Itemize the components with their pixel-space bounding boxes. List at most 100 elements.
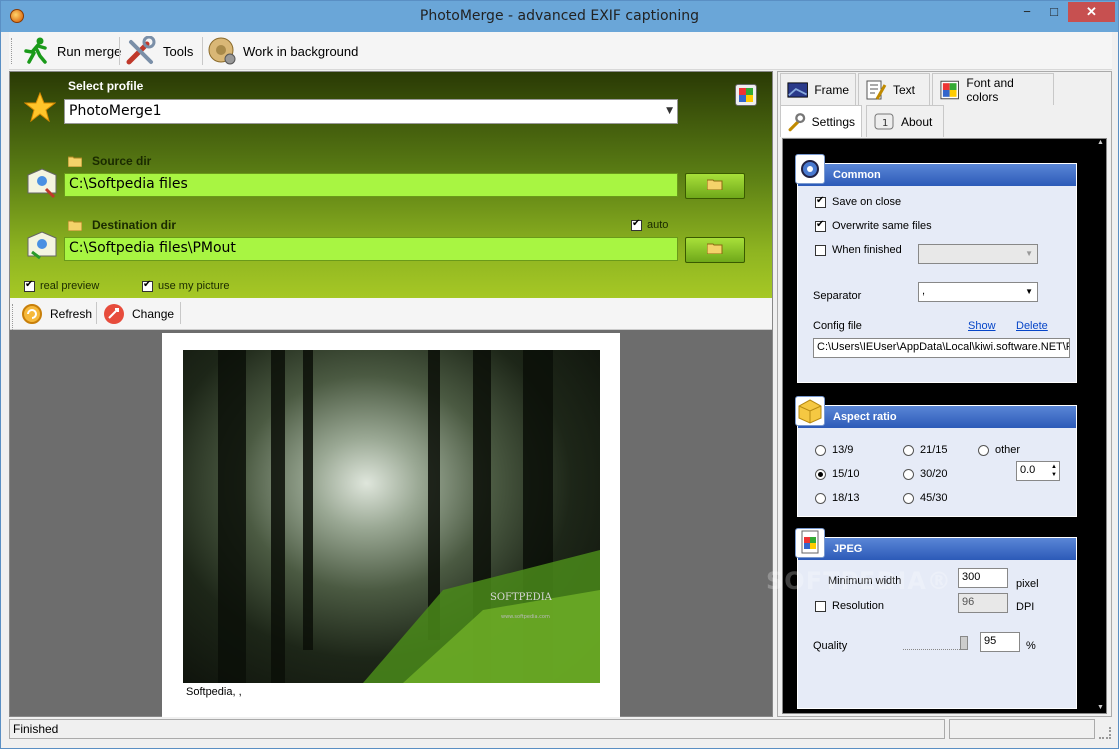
profile-value: PhotoMerge1 bbox=[69, 103, 162, 119]
ratio-30-20-dot[interactable] bbox=[903, 468, 914, 480]
source-dir-input[interactable]: C:\Softpedia files bbox=[64, 173, 678, 197]
separator-select[interactable]: , ▼ bbox=[918, 282, 1038, 302]
ratio-21-15-label: 21/15 bbox=[920, 444, 948, 456]
chevron-down-icon[interactable]: ▼ bbox=[1025, 287, 1033, 296]
ratio-45-30-label: 45/30 bbox=[920, 492, 948, 504]
tab-settings[interactable]: Settings bbox=[780, 105, 862, 137]
when-finished-check[interactable] bbox=[815, 244, 826, 256]
other-ratio-input[interactable]: 0.0 ▲ ▼ bbox=[1016, 461, 1060, 481]
refresh-button[interactable]: Refresh bbox=[20, 300, 92, 328]
minimize-button[interactable]: − bbox=[1014, 2, 1040, 22]
forest-image: SOFTPEDIA www.softpedia.com bbox=[218, 350, 600, 683]
aspect-ratio-section: Aspect ratio 13/9 21/15 other 15/10 30/2… bbox=[795, 396, 1077, 517]
resize-grip-icon[interactable] bbox=[1099, 727, 1111, 739]
save-on-close-check[interactable] bbox=[815, 195, 826, 208]
resolution-input[interactable]: 96 bbox=[958, 593, 1008, 613]
refresh-icon bbox=[22, 304, 42, 324]
scroll-up-icon[interactable]: ▲ bbox=[1097, 139, 1104, 146]
show-config-link[interactable]: Show bbox=[968, 320, 996, 332]
destination-browse-button[interactable] bbox=[685, 237, 745, 263]
other-ratio-value: 0.0 bbox=[1020, 464, 1036, 476]
minimum-width-input[interactable]: 300 bbox=[958, 568, 1008, 588]
auto-check[interactable] bbox=[631, 218, 642, 231]
quality-slider[interactable] bbox=[903, 642, 968, 650]
ratio-other-radio[interactable]: other bbox=[978, 444, 1020, 456]
ratio-21-15-radio[interactable]: 21/15 bbox=[903, 444, 948, 456]
maximize-button[interactable]: □ bbox=[1041, 2, 1067, 22]
ratio-18-13-radio[interactable]: 18/13 bbox=[815, 492, 860, 504]
jpeg-section: JPEG Minimum width 300 pixel Resolution … bbox=[795, 528, 1077, 709]
preview-photo: SOFTPEDIA www.softpedia.com bbox=[183, 350, 600, 683]
tab-frame[interactable]: Frame bbox=[780, 73, 856, 105]
ratio-45-30-radio[interactable]: 45/30 bbox=[903, 492, 948, 504]
tab-text[interactable]: Text bbox=[858, 73, 930, 105]
real-preview-checkbox[interactable]: real preview bbox=[24, 279, 99, 292]
chevron-down-icon[interactable]: ▼ bbox=[666, 106, 673, 116]
settings-scrollbar[interactable]: ▲ ▼ bbox=[1096, 139, 1106, 713]
ratio-other-dot[interactable] bbox=[978, 444, 989, 456]
profile-label: Select profile bbox=[68, 79, 144, 93]
color-scheme-button[interactable] bbox=[735, 84, 757, 106]
overwrite-checkbox[interactable]: Overwrite same files bbox=[815, 219, 932, 232]
tab-frame-label: Frame bbox=[814, 82, 849, 97]
use-my-picture-check[interactable] bbox=[142, 279, 153, 292]
ratio-18-13-dot[interactable] bbox=[815, 492, 826, 504]
ratio-15-10-radio[interactable]: 15/10 bbox=[815, 468, 860, 480]
profile-panel: Select profile PhotoMerge1 ▼ Source dir … bbox=[10, 72, 772, 298]
pixel-unit: pixel bbox=[1016, 578, 1039, 590]
overwrite-check[interactable] bbox=[815, 219, 826, 232]
close-button[interactable]: ✕ bbox=[1068, 2, 1115, 22]
percent-unit: % bbox=[1026, 640, 1036, 652]
when-finished-checkbox[interactable]: When finished bbox=[815, 244, 902, 256]
resolution-checkbox[interactable]: Resolution bbox=[815, 600, 884, 612]
tab-font-and-colors[interactable]: Font and colors bbox=[932, 73, 1054, 105]
gear-icon bbox=[795, 154, 825, 184]
tab-about[interactable]: 1 About bbox=[866, 105, 944, 137]
when-finished-label: When finished bbox=[832, 244, 902, 256]
source-dir-label: Source dir bbox=[92, 154, 152, 168]
resolution-label: Resolution bbox=[832, 600, 884, 612]
auto-checkbox[interactable]: auto bbox=[631, 218, 668, 231]
ratio-13-9-dot[interactable] bbox=[815, 444, 826, 456]
text-edit-icon bbox=[866, 80, 887, 100]
scroll-down-icon[interactable]: ▼ bbox=[1097, 704, 1104, 711]
folder-icon bbox=[68, 220, 82, 231]
work-in-background-button[interactable]: Work in background bbox=[207, 35, 358, 67]
ratio-other-label: other bbox=[995, 444, 1021, 456]
toolbar-grip[interactable] bbox=[12, 304, 15, 330]
aspect-ratio-header: Aspect ratio bbox=[798, 406, 1076, 428]
change-button[interactable]: Change bbox=[102, 300, 174, 328]
delete-config-link[interactable]: Delete bbox=[1016, 320, 1048, 332]
ratio-15-10-dot[interactable] bbox=[815, 468, 826, 480]
run-merge-button[interactable]: Run merge bbox=[21, 35, 121, 67]
tools-button[interactable]: Tools bbox=[125, 35, 193, 67]
ratio-45-30-dot[interactable] bbox=[903, 492, 914, 504]
source-browse-button[interactable] bbox=[685, 173, 745, 199]
ratio-30-20-radio[interactable]: 30/20 bbox=[903, 468, 948, 480]
save-on-close-checkbox[interactable]: Save on close bbox=[815, 195, 901, 208]
profile-select[interactable]: PhotoMerge1 ▼ bbox=[64, 99, 678, 124]
change-icon bbox=[104, 304, 124, 324]
jpeg-file-icon bbox=[795, 528, 825, 558]
tab-font-and-colors-label: Font and colors bbox=[966, 75, 1014, 104]
use-my-picture-checkbox[interactable]: use my picture bbox=[142, 279, 230, 292]
photo-watermark: SOFTPEDIA bbox=[490, 592, 553, 603]
toolbar-grip[interactable] bbox=[11, 38, 14, 64]
tools-icon bbox=[126, 36, 156, 65]
ratio-15-10-label: 15/10 bbox=[832, 468, 860, 480]
ratio-21-15-dot[interactable] bbox=[903, 444, 914, 456]
tab-text-label: Text bbox=[893, 82, 916, 97]
status-bar: Finished bbox=[9, 719, 1112, 741]
when-finished-select[interactable]: ▼ bbox=[918, 244, 1038, 264]
preview-canvas[interactable]: SOFTPEDIA www.softpedia.com Softpedia, , bbox=[162, 333, 620, 717]
destination-dir-input[interactable]: C:\Softpedia files\PMout bbox=[64, 237, 678, 261]
config-file-path[interactable]: C:\Users\IEUser\AppData\Local\kiwi.softw… bbox=[813, 338, 1070, 358]
ratio-13-9-radio[interactable]: 13/9 bbox=[815, 444, 853, 456]
right-pane: Frame Text Font and colors Settings 1 Ab… bbox=[777, 71, 1112, 717]
resolution-check[interactable] bbox=[815, 600, 826, 612]
real-preview-check[interactable] bbox=[24, 279, 35, 292]
spinner-arrows-icon[interactable]: ▲ ▼ bbox=[1051, 463, 1057, 479]
dpi-unit: DPI bbox=[1016, 601, 1035, 613]
quality-slider-thumb[interactable] bbox=[960, 636, 968, 650]
quality-input[interactable]: 95 bbox=[980, 632, 1020, 652]
